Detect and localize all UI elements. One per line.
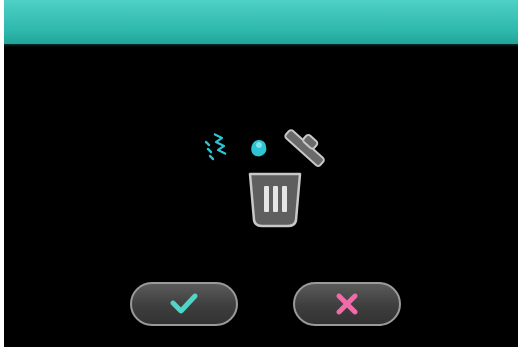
trash-can-icon bbox=[204, 129, 325, 228]
checkmark-icon bbox=[170, 293, 198, 314]
trash-lid-icon bbox=[284, 129, 325, 167]
cancel-button[interactable] bbox=[293, 282, 401, 326]
title-bar bbox=[4, 0, 518, 44]
device-frame bbox=[0, 0, 522, 351]
trash-body-icon bbox=[248, 172, 302, 228]
x-close-icon bbox=[336, 293, 358, 315]
confirm-button[interactable] bbox=[130, 282, 238, 326]
dialog-screen bbox=[4, 0, 518, 347]
debris-icon bbox=[204, 133, 267, 161]
title-bar-shadow bbox=[4, 44, 518, 47]
